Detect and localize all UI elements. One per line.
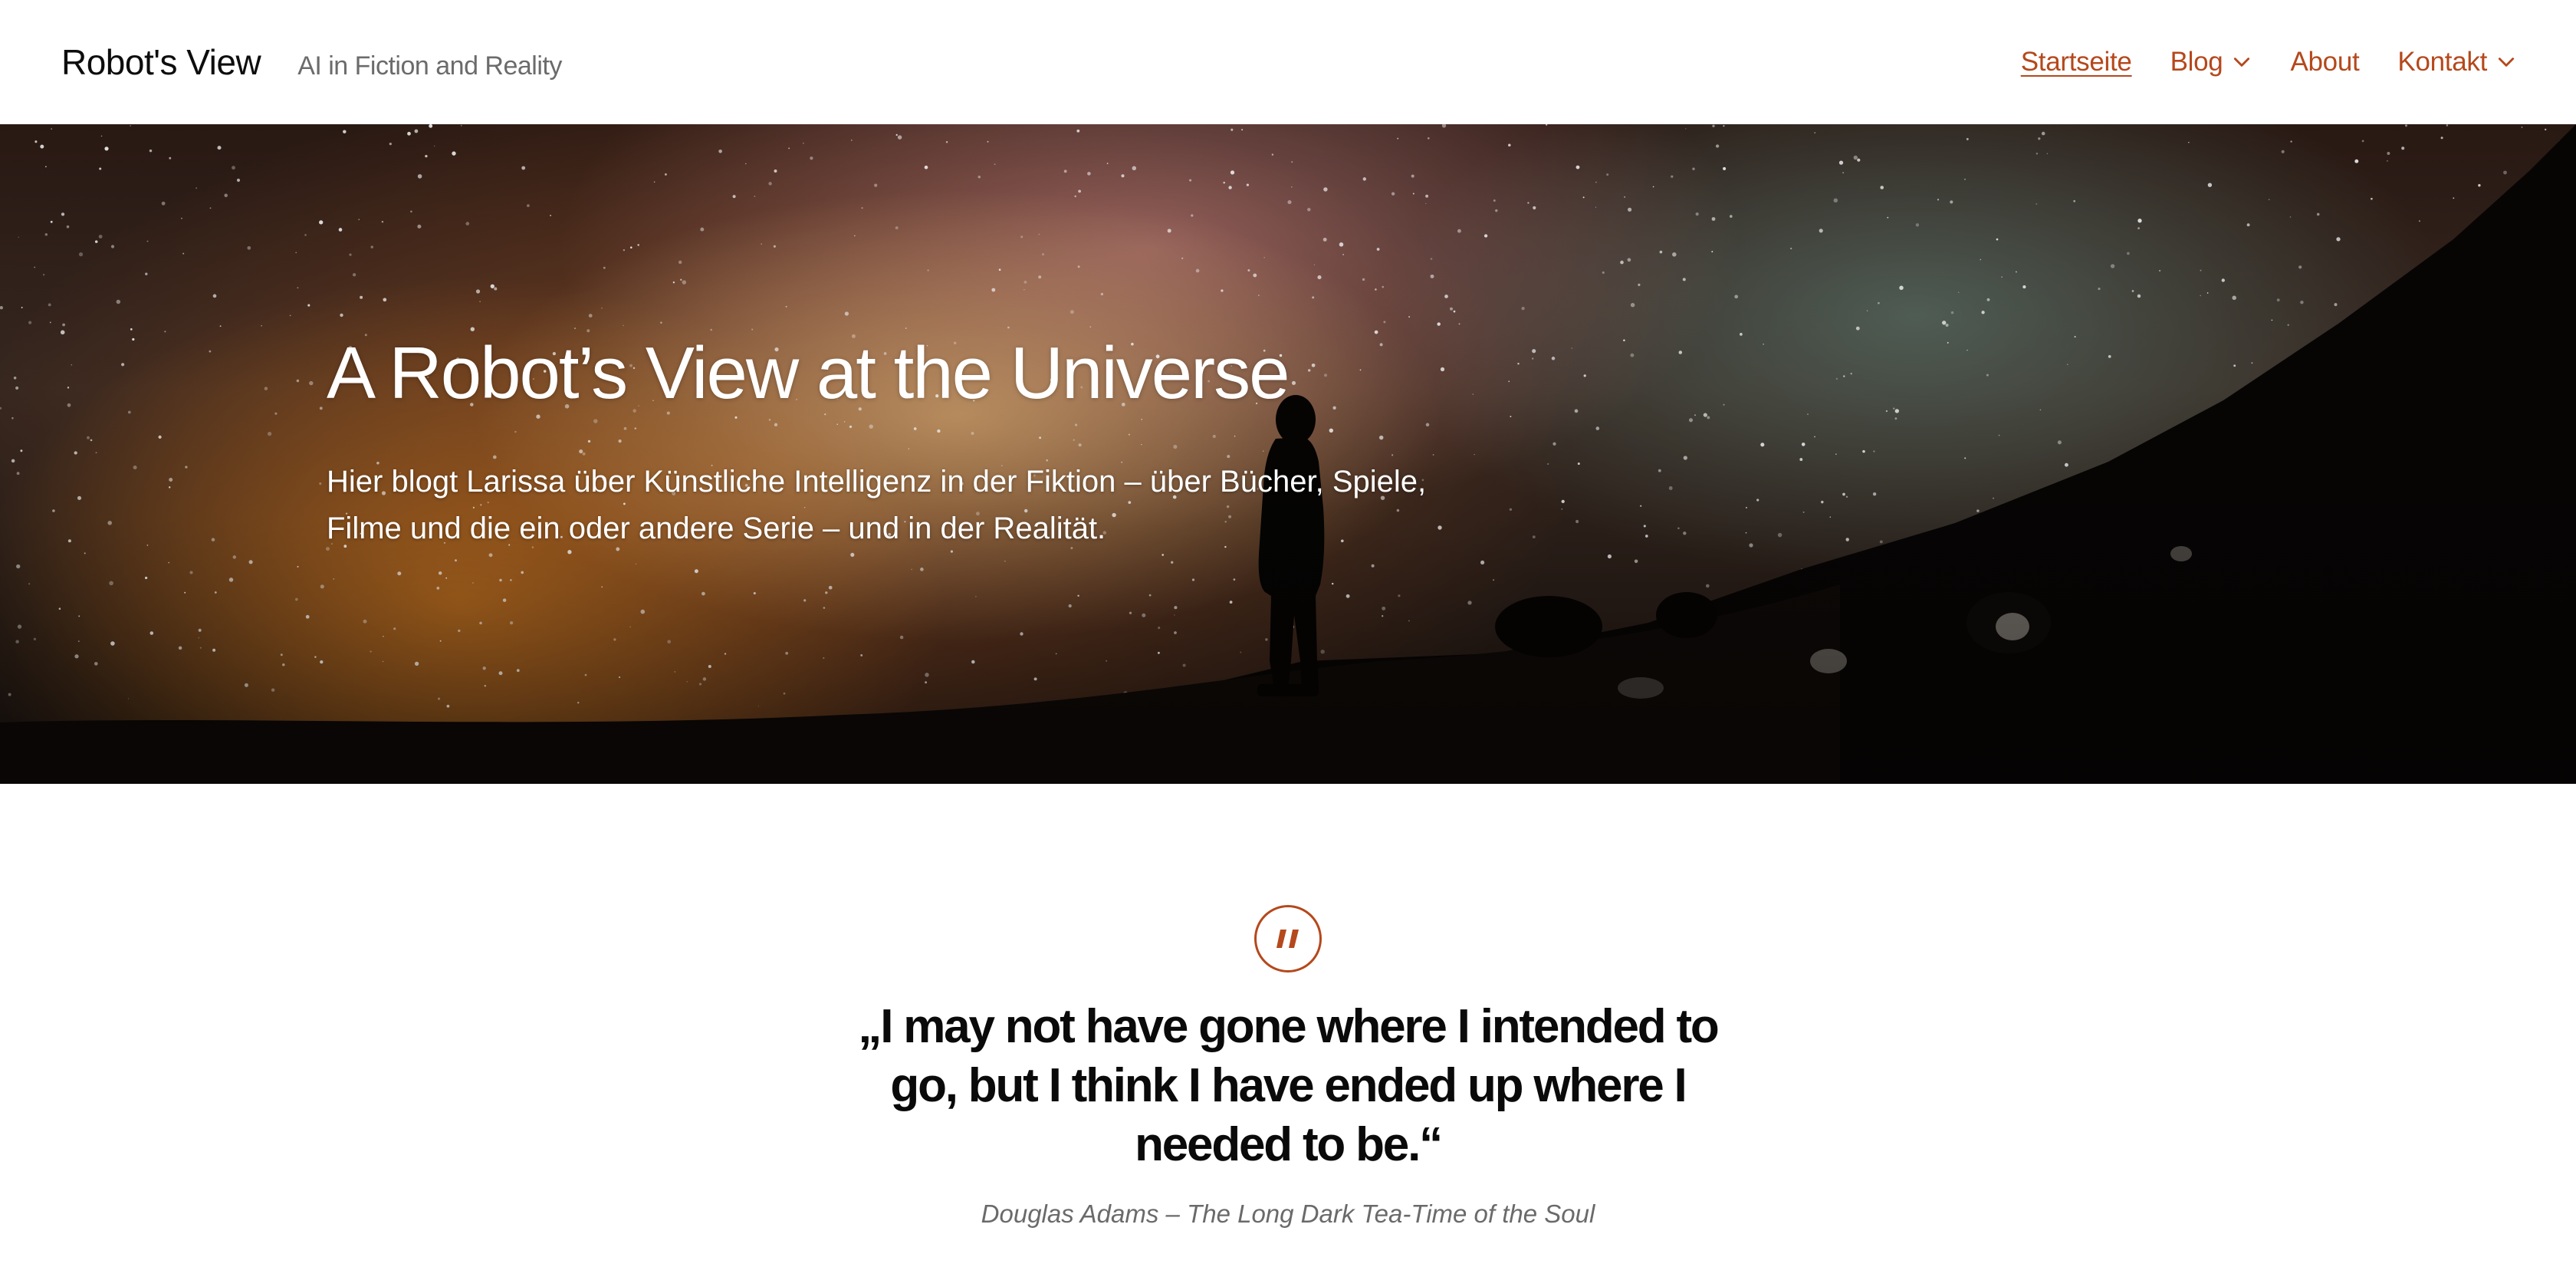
nav-item-label: About [2290,47,2360,77]
nav-item-label: Kontakt [2397,47,2487,77]
nav-item-blog[interactable]: Blog [2170,47,2252,77]
site-header: Robot's View AI in Fiction and Reality S… [0,0,2576,124]
nav-item-label: Blog [2170,47,2223,77]
nav-item-about[interactable]: About [2290,47,2359,77]
hero-title: A Robot’s View at the Universe [327,332,1290,414]
hero-content: A Robot’s View at the Universe Hier blog… [327,333,1523,552]
nav-item-label: Startseite [2020,47,2132,77]
site-title-link[interactable]: Robot's View [61,41,261,83]
branding: Robot's View AI in Fiction and Reality [61,41,562,83]
quote-icon [1254,905,1322,972]
quote-section: „I may not have gone where I intended to… [0,784,2576,1267]
chevron-down-icon[interactable] [2496,52,2516,72]
hero-cover: A Robot’s View at the Universe Hier blog… [0,124,2576,784]
hero-description: Hier blogt Larissa über Künstliche Intel… [327,464,1427,545]
nav-item-kontakt[interactable]: Kontakt [2397,47,2516,77]
quote-text: „I may not have gone where I intended to… [858,1000,1719,1171]
nav-item-startseite[interactable]: Startseite [2021,47,2132,77]
site-tagline: AI in Fiction and Reality [297,51,562,81]
main-navigation: Startseite Blog About Kontakt [1983,47,2516,77]
chevron-down-icon[interactable] [2232,52,2252,72]
quote-citation: Douglas Adams – The Long Dark Tea-Time o… [981,1200,1595,1228]
